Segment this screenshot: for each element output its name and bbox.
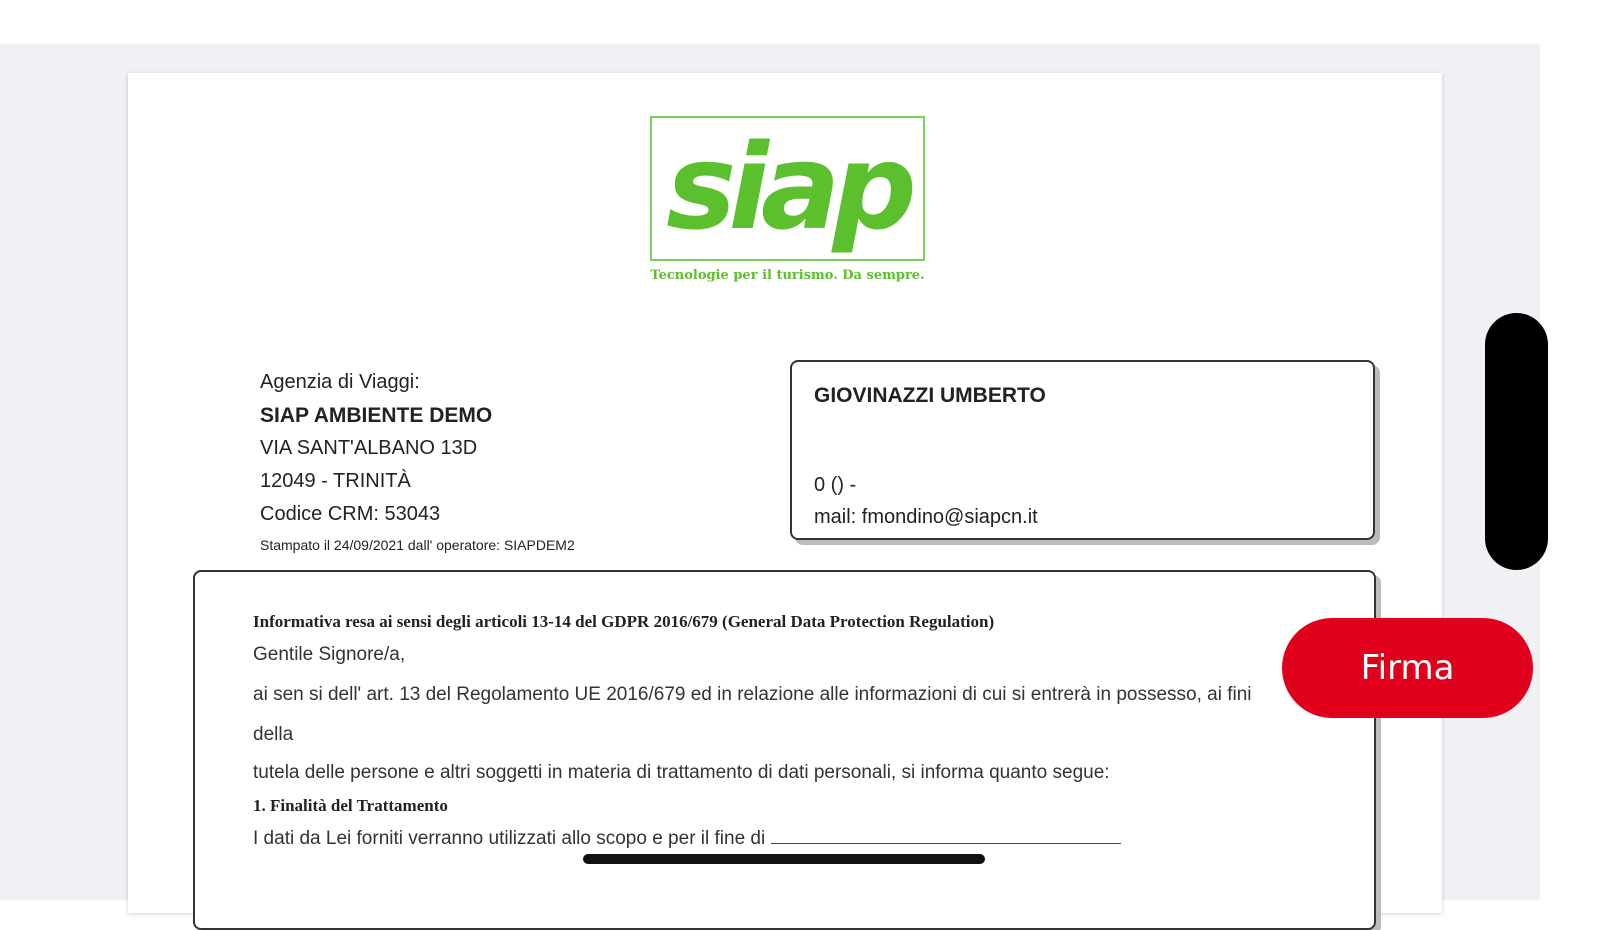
greeting: Gentile Signore/a, bbox=[253, 644, 406, 665]
notice-line-3: tutela delle persone e altri soggetti in… bbox=[253, 762, 1110, 783]
agency-address: VIA SANT'ALBANO 13D bbox=[260, 437, 478, 459]
logo-wordmark: siap bbox=[666, 118, 917, 256]
scroll-handle[interactable] bbox=[1485, 313, 1548, 570]
printed-info: Stampato il 24/09/2021 dall' operatore: … bbox=[260, 537, 575, 553]
client-phone: 0 () - bbox=[814, 474, 857, 496]
section-title: 1. Finalità del Trattamento bbox=[253, 796, 448, 815]
notice-line-1: ai sen si dell' art. 13 del Regolamento … bbox=[253, 684, 1252, 705]
client-box: GIOVINAZZI UMBERTO 0 () - mail: fmondino… bbox=[790, 360, 1375, 540]
agency-crm: Codice CRM: 53043 bbox=[260, 503, 441, 525]
notice-line-4-text: I dati da Lei forniti verranno utilizzat… bbox=[253, 828, 766, 849]
privacy-heading: Informativa resa ai sensi degli articoli… bbox=[253, 612, 995, 631]
agency-name: SIAP AMBIENTE DEMO bbox=[260, 404, 493, 427]
privacy-notice-box: Informativa resa ai sensi degli articoli… bbox=[193, 570, 1376, 930]
siap-logo: siap bbox=[650, 116, 925, 261]
notice-line-4: I dati da Lei forniti verranno utilizzat… bbox=[253, 828, 1122, 850]
blank-fill-line bbox=[771, 829, 1122, 844]
agency-city: 12049 - TRINITÀ bbox=[260, 470, 411, 492]
client-name: GIOVINAZZI UMBERTO bbox=[814, 384, 1046, 407]
home-indicator[interactable] bbox=[583, 854, 985, 864]
logo-tagline: Tecnologie per il turismo. Da sempre. bbox=[650, 268, 925, 283]
client-mail: mail: fmondino@siapcn.it bbox=[814, 506, 1038, 528]
agency-block: Agenzia di Viaggi: SIAP AMBIENTE DEMO VI… bbox=[260, 366, 575, 555]
firma-button[interactable]: Firma bbox=[1282, 618, 1533, 718]
agency-label: Agenzia di Viaggi: bbox=[260, 371, 420, 393]
notice-line-2: della bbox=[253, 724, 294, 745]
